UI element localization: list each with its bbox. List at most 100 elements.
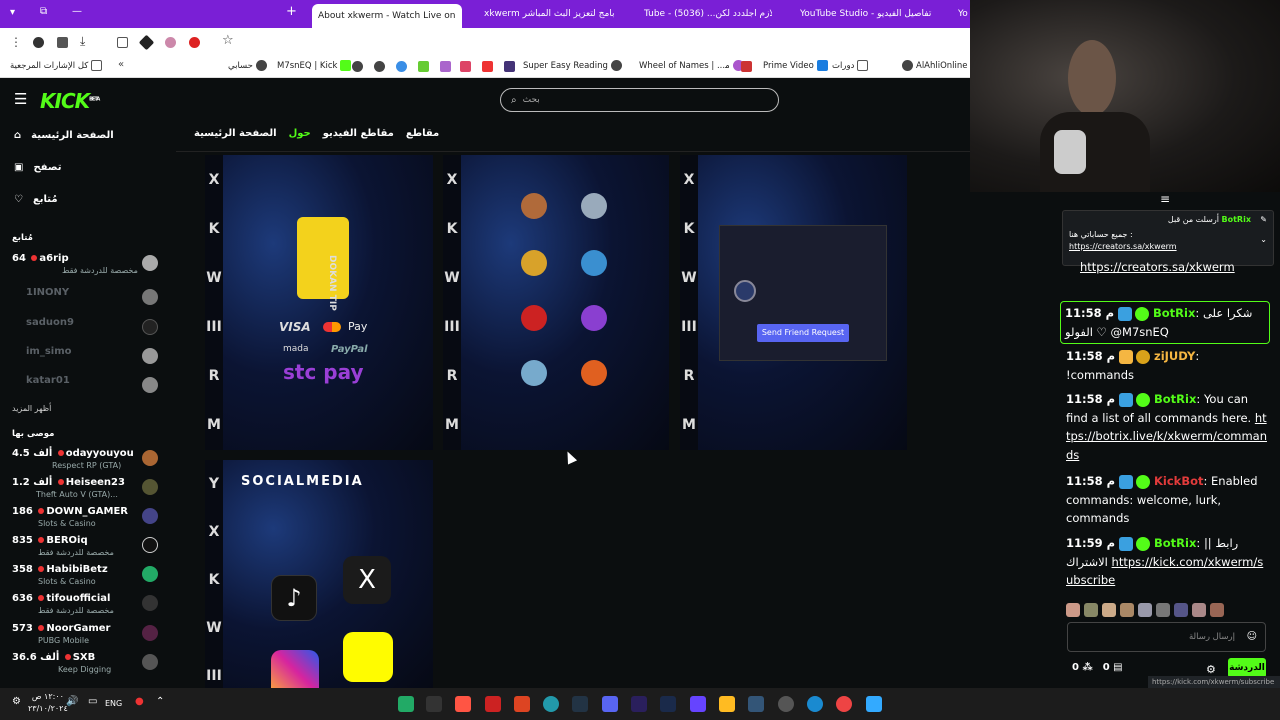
menu-dots-icon[interactable]: ⋮	[10, 35, 22, 49]
emoji-icon[interactable]: ☺	[1247, 631, 1257, 642]
about-panel-badges[interactable]: X K W III R M	[443, 155, 669, 450]
emote-icon[interactable]	[1084, 603, 1098, 617]
edge-icon[interactable]	[807, 696, 823, 712]
app-icon[interactable]	[504, 61, 515, 72]
chat-partial-link[interactable]: https://creators.sa/xkwerm	[1080, 260, 1235, 274]
extension-icon[interactable]	[57, 37, 68, 48]
sidebar-item-following[interactable]: ♡ ﻣُﺘﺎﺑﻊ	[14, 194, 58, 205]
channel-item[interactable]: 186 DOWN_GAMER Slots & Casino	[12, 506, 162, 532]
new-tab-icon[interactable]: +	[286, 4, 297, 19]
sidebar-item-browse[interactable]: ▣ ﺗﺼﻔﺢ	[14, 162, 61, 173]
message-user[interactable]: BotRix	[1153, 306, 1195, 320]
mail-icon[interactable]	[741, 61, 752, 72]
emote-icon[interactable]	[1120, 603, 1134, 617]
channel-item[interactable]: 835 BEROiq ﻣﺨﺼﺼﺔ ﻟﻠﺪﺭﺩﺷﺔ ﻓﻘﻂ	[12, 535, 162, 561]
app-icon[interactable]	[460, 61, 471, 72]
bookmark-all[interactable]: ﻛﻞ ﺍﻹﺷﺎﺭﺍﺕ ﺍﻟﻤﺮﺟﻌﻴﺔ	[10, 60, 103, 71]
channel-item[interactable]: 358 HabibiBetz Slots & Casino	[12, 564, 162, 590]
tab-studio[interactable]: YouTube Studio - ﺗﻔﺎﺻﻴﻞ ﺍﻟﻔﻴﺪﻳﻮ	[800, 4, 940, 24]
chrome-icon[interactable]	[836, 696, 852, 712]
show-more-link[interactable]: ﺃﻇﻬﺮ ﺍﻟﻤﺰﻳﺪ	[12, 404, 51, 413]
telegram-icon[interactable]	[543, 696, 559, 712]
app-icon[interactable]	[690, 696, 706, 712]
tiktok-icon[interactable]: ♪	[271, 575, 317, 621]
tab-active[interactable]: About xkwerm - Watch Live on	[312, 4, 462, 28]
message-user[interactable]: KickBot	[1154, 474, 1203, 488]
emote-icon[interactable]	[1138, 603, 1152, 617]
pinned-message[interactable]: ﺃﺭﺳﻠﺖ ﻣﻦ ﻗﺒﻞ BotRix ﺟﻤﻴﻊ ﺣﺴﺎﺑﺎﺗﻲ ﻫﻨﺎ : h…	[1062, 210, 1274, 266]
angular-icon[interactable]	[482, 61, 493, 72]
bookmark-star-icon[interactable]: ☆	[222, 33, 234, 48]
chevron-down-icon[interactable]: ⌄	[1260, 235, 1267, 244]
tab-videos[interactable]: ﻣﻘﺎﻃﻊ ﺍﻟﻔﻴﺪﻳﻮ	[323, 128, 394, 139]
hamburger-menu-icon[interactable]: ☰	[14, 90, 27, 108]
language-indicator[interactable]: ENG	[105, 699, 122, 708]
brave-icon[interactable]	[455, 696, 471, 712]
tab-search-icon[interactable]: ▾	[10, 7, 15, 18]
channel-item[interactable]: 36.6 ﺃﻟﻒ SXB Keep Digging	[12, 652, 162, 678]
extension-icon[interactable]	[189, 37, 200, 48]
bookmark-account[interactable]: ﺣﺴﺎﺑﻲ	[228, 60, 267, 71]
tab-home[interactable]: ﺍﻟﺼﻔﺤﺔ ﺍﻟﺮﺋﻴﺴﻴﺔ	[194, 128, 277, 139]
snapchat-icon[interactable]	[343, 632, 393, 682]
tab-about[interactable]: ﺣﻮﻝ	[289, 128, 311, 139]
tab-more[interactable]: Yo	[958, 4, 970, 24]
channel-item[interactable]: 4.5 ﺃﻟﻒ odayyouyou Respect RP (GTA)	[12, 448, 162, 474]
message-user[interactable]: BotRix	[1154, 392, 1196, 406]
photoshop-icon[interactable]	[660, 696, 676, 712]
x-twitter-icon[interactable]: X	[343, 556, 391, 604]
gift-counter[interactable]: 0 ▤	[1103, 662, 1123, 673]
store-icon[interactable]	[748, 696, 764, 712]
app-icon[interactable]	[398, 696, 414, 712]
bookmark-wheel[interactable]: Wheel of Names | ...ﻣ	[639, 60, 744, 71]
extension-icon[interactable]	[33, 37, 44, 48]
chat-send-button[interactable]: ﺍﻟﺪﺭﺩﺷﺔ	[1228, 658, 1266, 678]
minimize-icon[interactable]: —	[72, 6, 82, 17]
chrome-icon[interactable]	[396, 61, 407, 72]
channel-item[interactable]: 1.2 ﺃﻟﻒ Heiseen23 Theft Auto V (GTA)...	[12, 477, 162, 503]
kick-logo[interactable]: KICKBETA	[40, 89, 100, 113]
send-friend-request-button[interactable]: Send Friend Request	[757, 324, 849, 342]
emote-icon[interactable]	[1192, 603, 1206, 617]
about-panel-donate[interactable]: X K W III R M DOKAN TIP VISA Pay mada PayPal …	[205, 155, 433, 450]
wifi-icon[interactable]: ▭	[88, 696, 97, 707]
restore-icon[interactable]: ⧉	[40, 6, 47, 17]
channel-item[interactable]: 636 tifouofficial ﻣﺨﺼﺼﺔ ﻟﻠﺪﺭﺩﺷﺔ ﻓﻘﻂ	[12, 593, 162, 619]
clock[interactable]: ١٢:٠٠ ص ٢٣/١٠/٢٠٢٤	[28, 691, 68, 715]
emote-icon[interactable]	[1102, 603, 1116, 617]
message-user[interactable]: ziJUDY	[1154, 349, 1195, 363]
bookmark-reading[interactable]: Super Easy Reading	[523, 60, 622, 71]
bookmark-kick[interactable]: M7snEQ | Kick	[277, 60, 352, 71]
bookmark-courses[interactable]: ﺩﻭﺭﺍﺕ	[832, 60, 869, 71]
chat-input[interactable]: ﺇﺭﺳﺎﻝ ﺭﺳﺎﻟﺔ ☺	[1067, 622, 1266, 652]
mic-icon[interactable]: ●	[135, 696, 144, 707]
bookmark-prime[interactable]: Prime Video	[763, 60, 828, 71]
settings-icon[interactable]: ⚙	[12, 696, 21, 707]
channel-item[interactable]: saduon9	[12, 317, 162, 343]
bookmark-alahli[interactable]: AlAhliOnline	[902, 60, 968, 71]
instagram-icon[interactable]	[271, 650, 319, 688]
about-panel-social[interactable]: Y X K W III SOCIALMEDIA ♪ X	[205, 460, 433, 688]
windows-start-icon[interactable]	[866, 696, 882, 712]
settings-gear-icon[interactable]: ⚙	[1206, 663, 1216, 676]
steam-icon[interactable]	[572, 696, 588, 712]
channel-item[interactable]: katar01	[12, 375, 162, 401]
tray-chevron-icon[interactable]: ⌃	[156, 696, 164, 707]
about-panel-discord[interactable]: X K W III R M Send Friend Request	[680, 155, 907, 450]
sidebar-item-home[interactable]: ⌂ ﺍﻟﺼﻔﺤﺔ ﺍﻟﺮﺋﻴﺴﻴﺔ	[14, 130, 114, 141]
tab-clips[interactable]: ﻣﻘﺎﻃﻊ	[406, 128, 439, 139]
app-icon[interactable]	[778, 696, 794, 712]
download-icon[interactable]: ⤓	[80, 34, 85, 49]
emote-icon[interactable]	[1174, 603, 1188, 617]
emote-icon[interactable]	[1210, 603, 1224, 617]
emote-icon[interactable]	[1066, 603, 1080, 617]
globe-icon[interactable]	[352, 61, 363, 72]
discord-icon[interactable]	[602, 696, 618, 712]
chevron-icon[interactable]: «	[118, 59, 124, 70]
app-icon[interactable]	[514, 696, 530, 712]
app-icon[interactable]	[426, 696, 442, 712]
file-explorer-icon[interactable]	[719, 696, 735, 712]
extension-icon[interactable]	[165, 37, 176, 48]
tab-youtube[interactable]: Tube - ﻻﺯﻡ ﺍﺟﻠﺪﺩﺩ ﻟﻜﻦ... (5036)	[644, 4, 772, 24]
channel-item[interactable]: im_simo	[12, 346, 162, 372]
